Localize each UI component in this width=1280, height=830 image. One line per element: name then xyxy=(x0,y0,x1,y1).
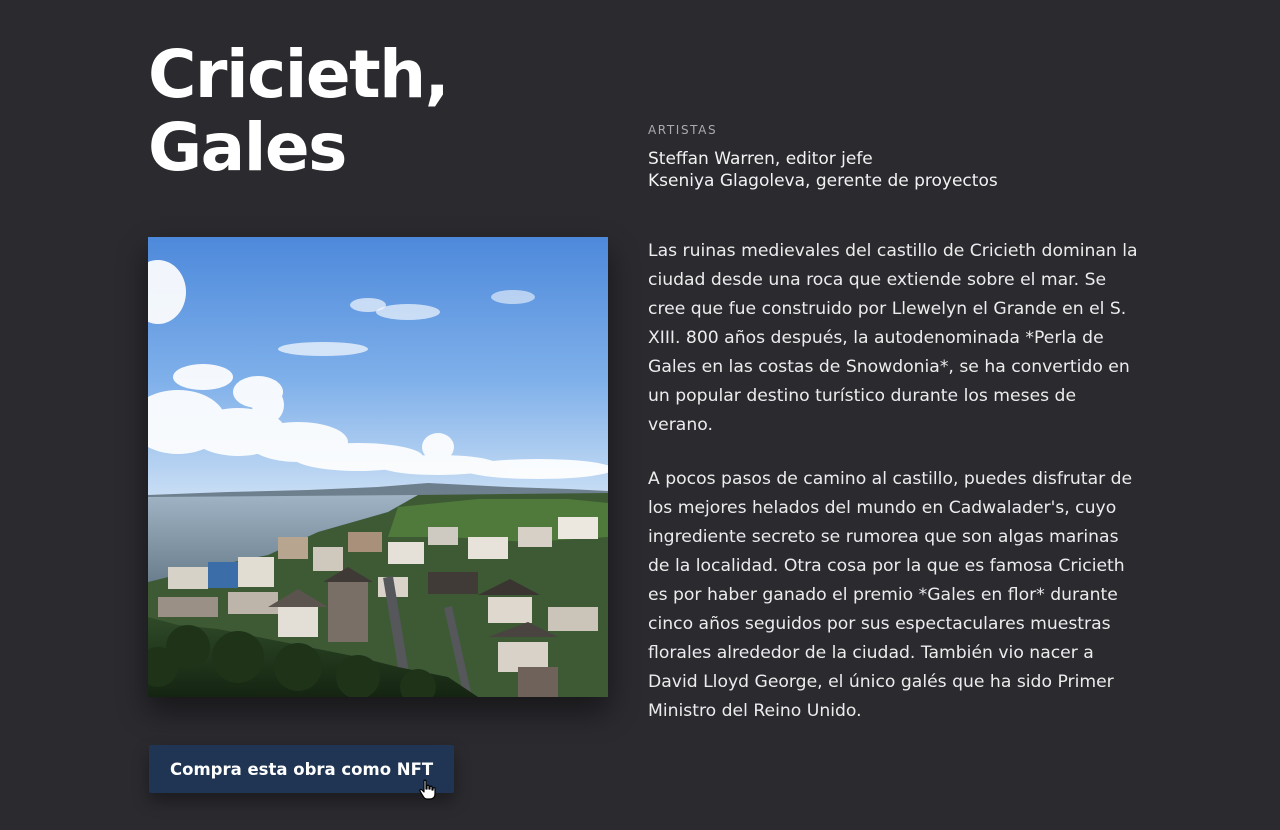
artist-name: Steffan Warren, editor jefe xyxy=(648,149,873,169)
buy-nft-button[interactable]: Compra esta obra como NFT xyxy=(149,745,455,793)
description-paragraph: Las ruinas medievales del castillo de Cr… xyxy=(648,241,1138,435)
hand-pointer-icon xyxy=(419,779,436,800)
artwork-page: Cricieth, Gales ARTISTAS Steffan Warren,… xyxy=(0,0,1280,830)
description: Las ruinas medievales del castillo de Cr… xyxy=(648,237,1138,751)
artwork-image xyxy=(148,237,608,697)
artists-section: ARTISTAS Steffan Warren, editor jefe Kse… xyxy=(648,122,1148,192)
artists-label: ARTISTAS xyxy=(648,123,718,137)
description-paragraph: A pocos pasos de camino al castillo, pue… xyxy=(648,469,1133,721)
page-title: Cricieth, Gales xyxy=(148,36,450,186)
artist-name: Kseniya Glagoleva, gerente de proyectos xyxy=(648,171,998,191)
